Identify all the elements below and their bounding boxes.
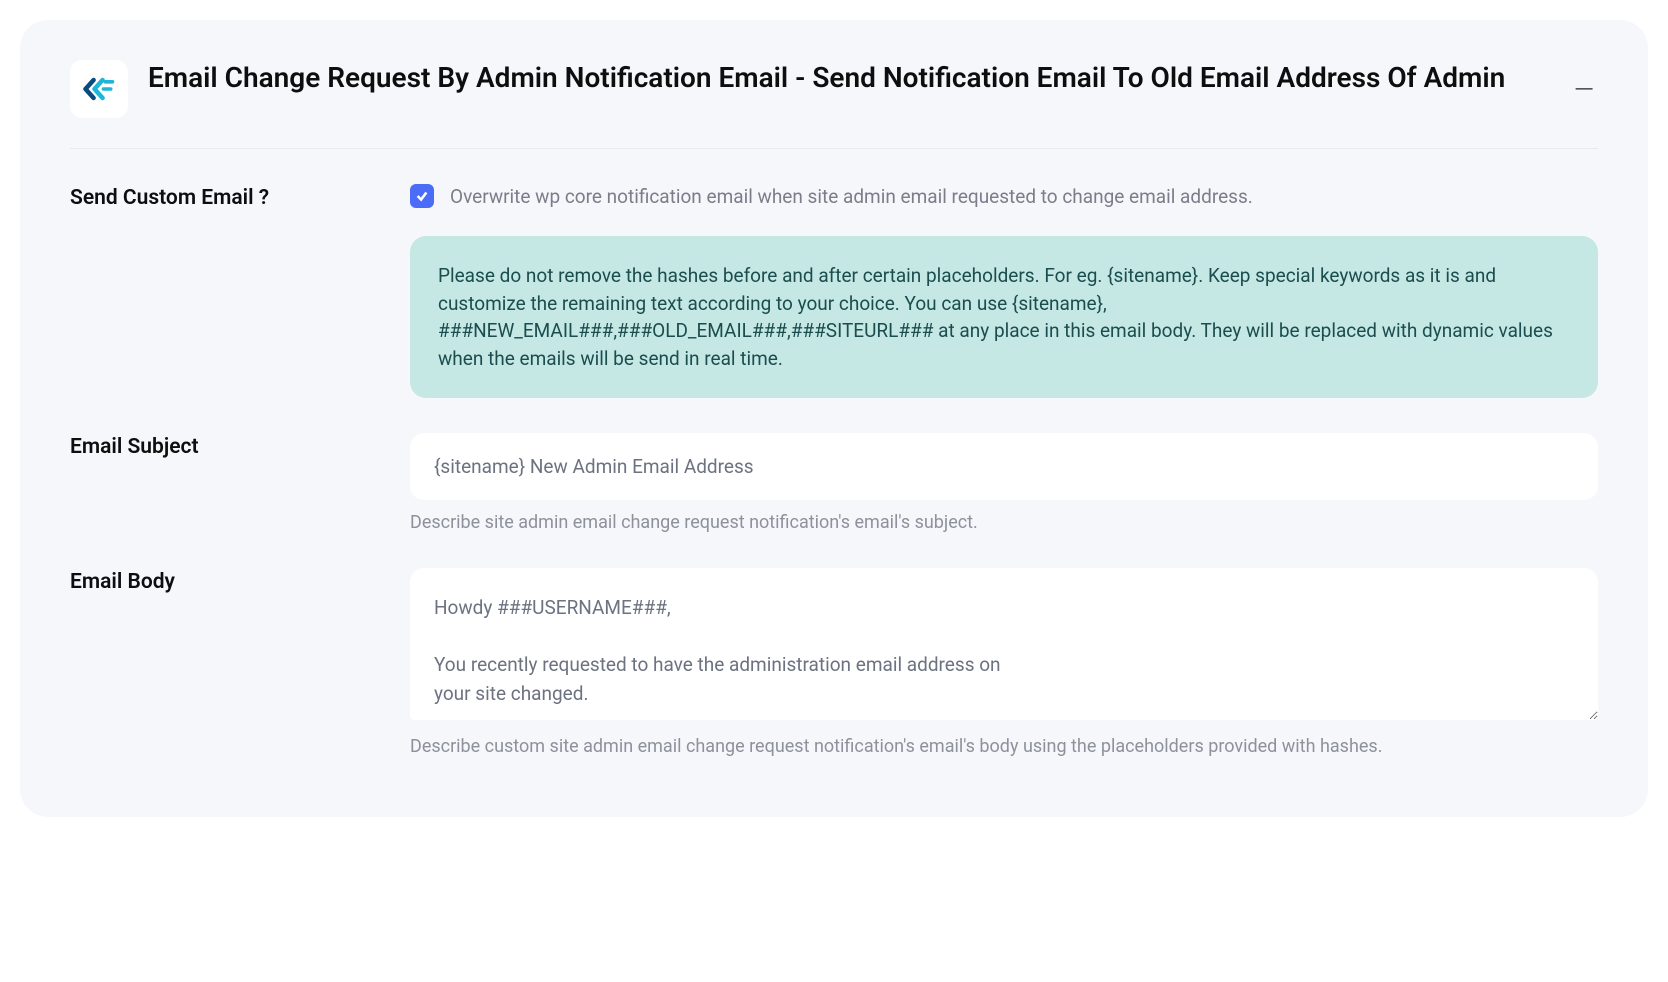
minus-icon: — (1574, 75, 1594, 105)
checkbox-row: Overwrite wp core notification email whe… (410, 184, 1598, 208)
label-body: Email Body (70, 568, 410, 757)
send-custom-checkbox-label: Overwrite wp core notification email whe… (450, 185, 1253, 208)
app-logo-icon (81, 71, 117, 107)
check-icon (415, 189, 429, 203)
content-body: Describe custom site admin email change … (410, 568, 1598, 757)
placeholder-notice: Please do not remove the hashes before a… (410, 236, 1598, 398)
body-help-text: Describe custom site admin email change … (410, 736, 1598, 757)
subject-help-text: Describe site admin email change request… (410, 512, 1598, 533)
row-body: Email Body Describe custom site admin em… (70, 568, 1598, 757)
label-send-custom: Send Custom Email ? (70, 184, 410, 398)
email-body-textarea[interactable] (410, 568, 1598, 720)
collapse-button[interactable]: — (1570, 76, 1598, 104)
content-subject: Describe site admin email change request… (410, 433, 1598, 533)
email-subject-input[interactable] (410, 433, 1598, 500)
label-subject: Email Subject (70, 433, 410, 533)
panel-icon-box (70, 60, 128, 118)
row-send-custom: Send Custom Email ? Overwrite wp core no… (70, 184, 1598, 398)
settings-panel: Email Change Request By Admin Notificati… (20, 20, 1648, 817)
panel-header: Email Change Request By Admin Notificati… (70, 60, 1598, 149)
send-custom-checkbox[interactable] (410, 184, 434, 208)
panel-title: Email Change Request By Admin Notificati… (148, 60, 1550, 96)
row-subject: Email Subject Describe site admin email … (70, 433, 1598, 533)
content-send-custom: Overwrite wp core notification email whe… (410, 184, 1598, 398)
